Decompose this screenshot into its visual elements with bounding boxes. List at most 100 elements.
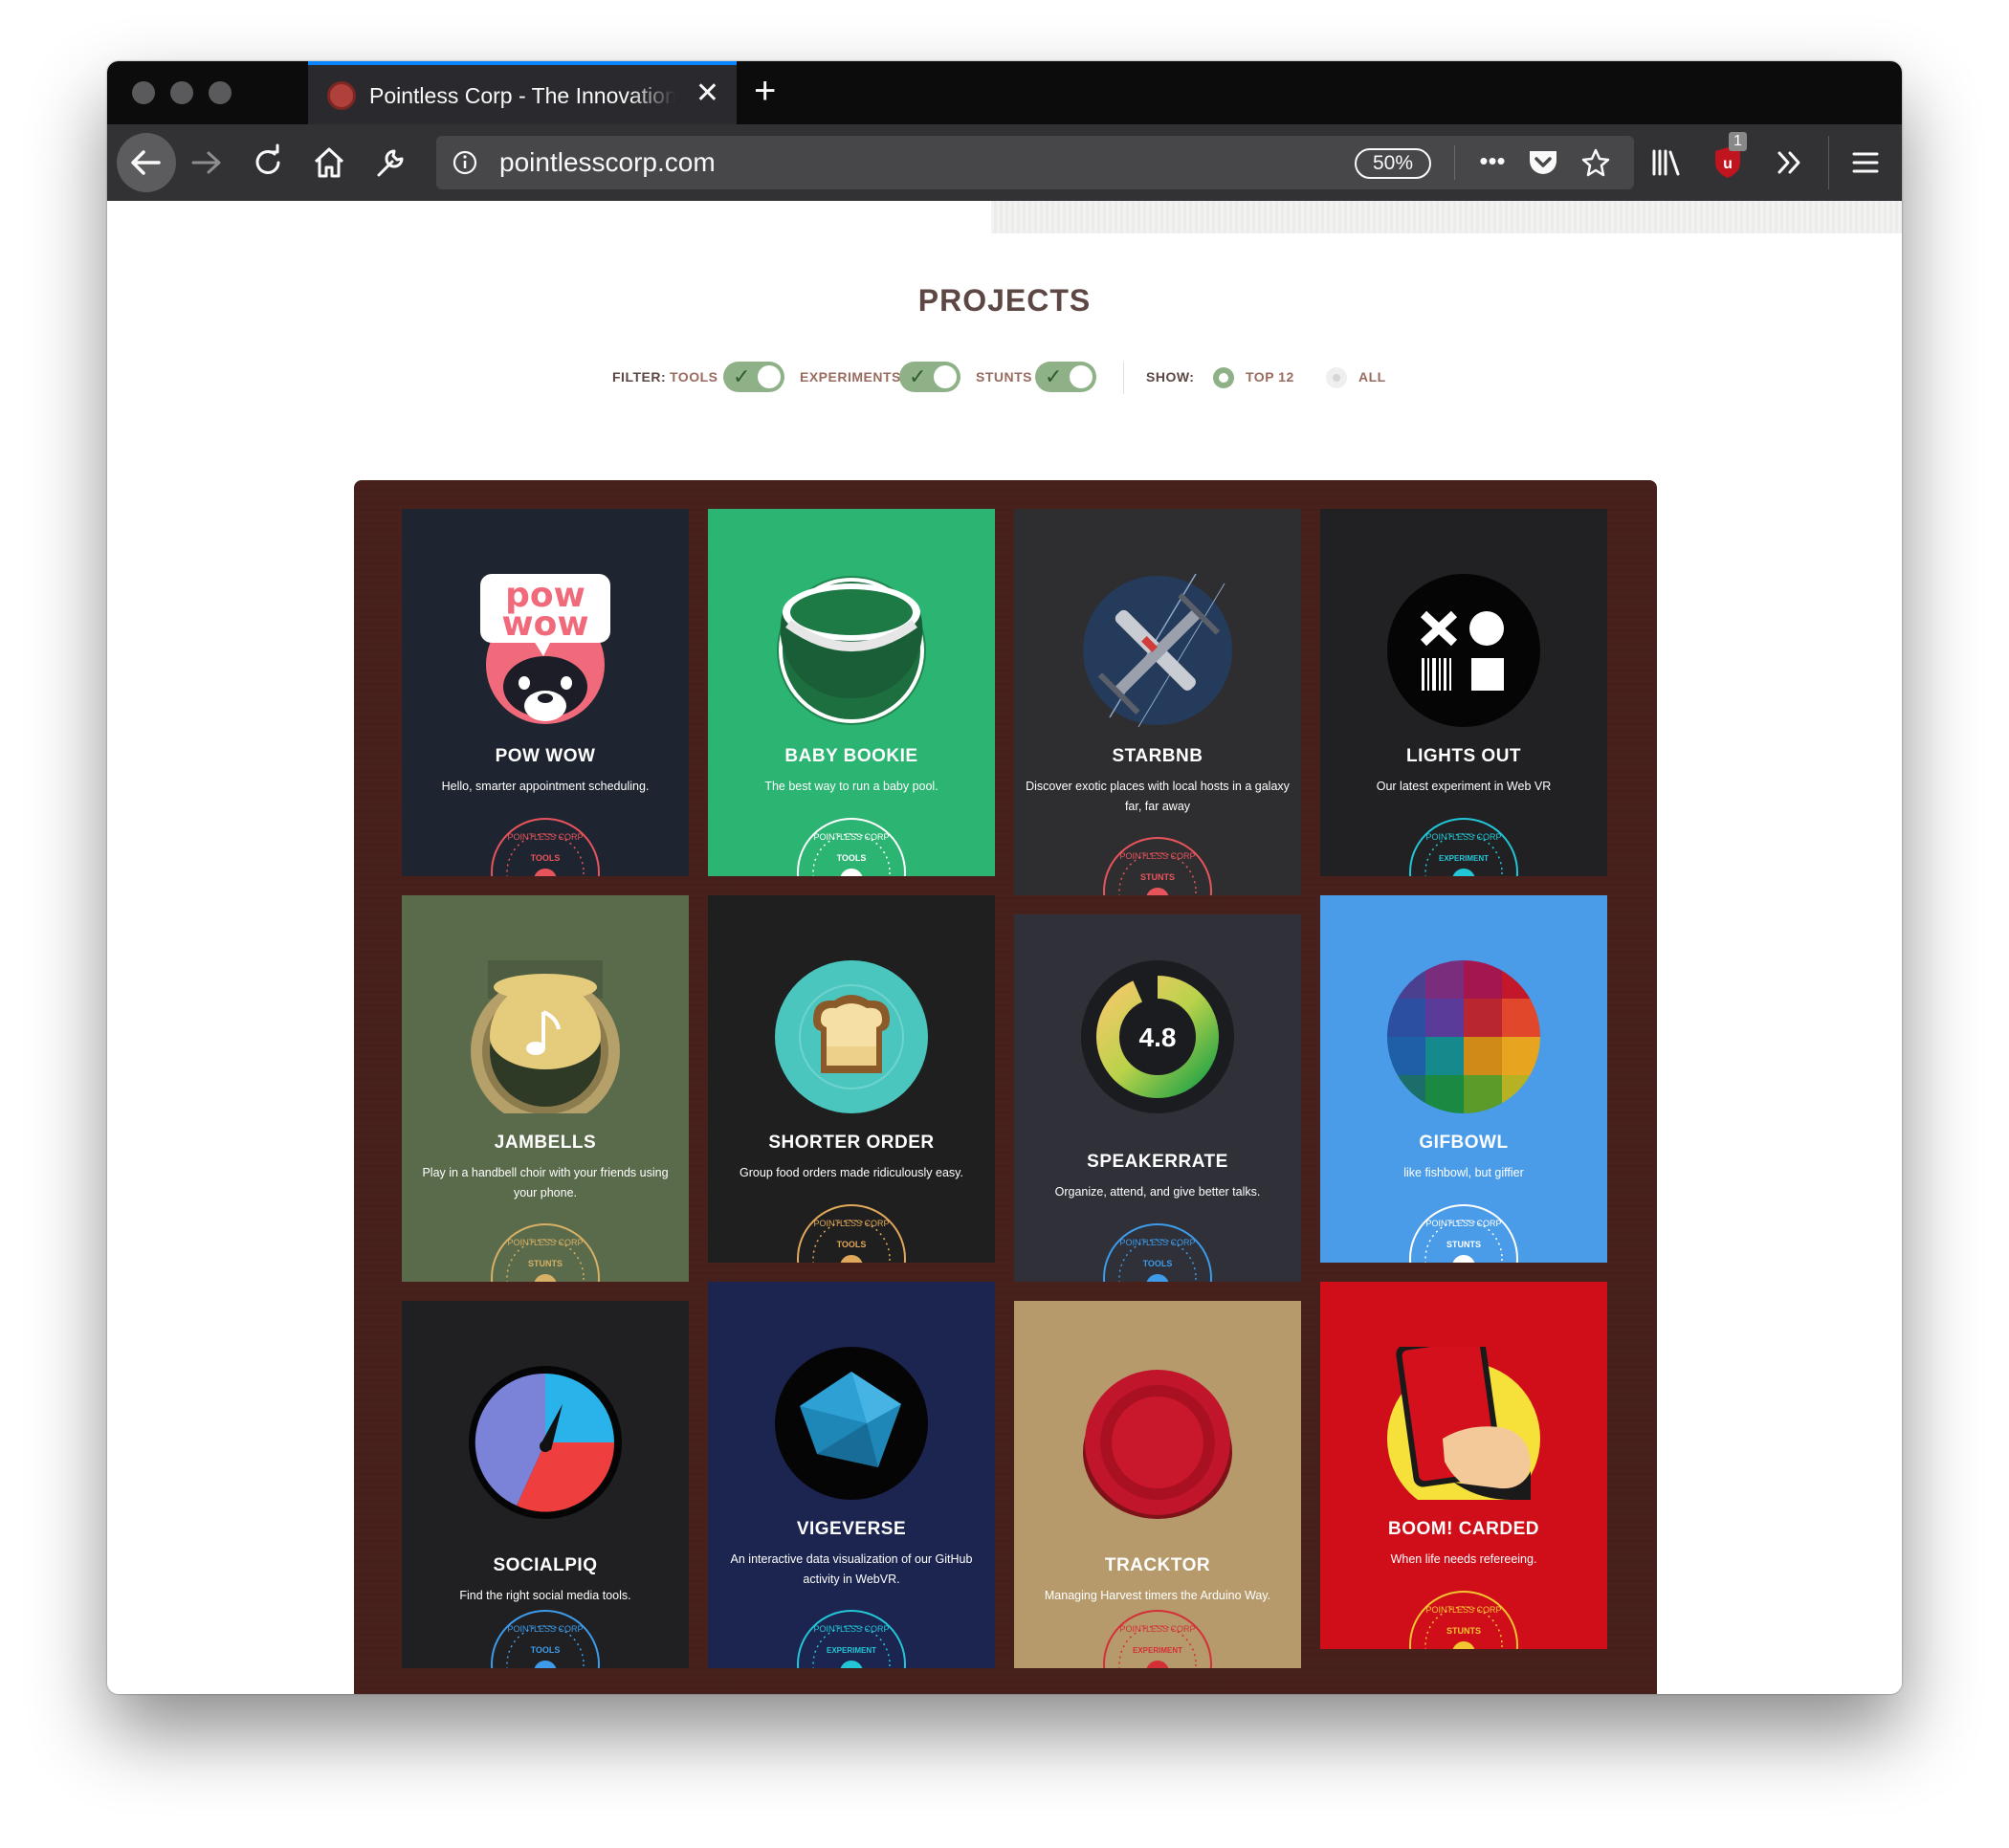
page-actions-icon[interactable]: ••• (1473, 142, 1512, 180)
project-title: TRACKTOR (1104, 1555, 1211, 1575)
home-icon[interactable] (310, 143, 348, 182)
svg-text:PC: PC (538, 1281, 552, 1282)
svg-text:TOOLS: TOOLS (837, 853, 867, 863)
pointless-corp-seal-icon: POINTLESS CORP STUNTS PC (491, 1223, 600, 1282)
pocket-icon[interactable] (1527, 147, 1559, 178)
project-title: BABY BOOKIE (784, 746, 918, 766)
pointless-corp-seal-icon: POINTLESS CORP TOOLS PC (491, 1610, 600, 1668)
svg-text:STUNTS: STUNTS (528, 1259, 563, 1268)
show-top12-radio[interactable] (1213, 367, 1234, 388)
pow-wow-icon: pow wow (480, 574, 610, 724)
project-title: BOOM! CARDED (1388, 1519, 1539, 1539)
svg-text:PC: PC (1456, 1262, 1470, 1263)
gifbowl-icon (1387, 960, 1540, 1113)
bookmark-star-icon[interactable] (1580, 147, 1611, 178)
project-card-tracktor[interactable]: TRACKTOR Managing Harvest timers the Ard… (1014, 1301, 1301, 1668)
starbnb-icon (1083, 574, 1232, 727)
pointless-corp-seal-icon: POINTLESS CORP EXPERIMENT PC (1409, 818, 1518, 876)
svg-text:TOOLS: TOOLS (1143, 1259, 1173, 1268)
library-icon[interactable] (1649, 145, 1684, 180)
svg-text:STUNTS: STUNTS (1446, 1240, 1481, 1249)
svg-text:POINTLESS CORP: POINTLESS CORP (507, 832, 583, 842)
project-card-gifbowl[interactable]: GIFBOWL like fishbowl, but giffier POINT… (1320, 895, 1607, 1263)
project-card-lights-out[interactable]: LIGHTS OUT Our latest experiment in Web … (1320, 509, 1607, 876)
svg-text:PC: PC (538, 1667, 552, 1668)
new-tab-button[interactable]: + (754, 69, 776, 113)
svg-text:POINTLESS CORP: POINTLESS CORP (813, 832, 889, 842)
zoom-level-button[interactable]: 50% (1355, 148, 1431, 179)
svg-text:POINTLESS CORP: POINTLESS CORP (1119, 1238, 1195, 1247)
reload-icon[interactable] (249, 143, 287, 182)
project-description: Find the right social media tools. (459, 1589, 631, 1602)
filter-stunts-toggle[interactable]: ✓ (1035, 362, 1096, 392)
project-card-vigeverse[interactable]: VIGEVERSE An interactive data visualizat… (708, 1282, 995, 1668)
svg-text:PC: PC (1456, 1648, 1470, 1649)
svg-text:POINTLESS CORP: POINTLESS CORP (1119, 851, 1195, 861)
svg-text:POINTLESS CORP: POINTLESS CORP (1425, 1605, 1501, 1615)
toolbar-separator (1828, 136, 1829, 189)
svg-text:TOOLS: TOOLS (531, 853, 561, 863)
svg-text:TOOLS: TOOLS (837, 1240, 867, 1249)
project-title: SPEAKERRATE (1087, 1152, 1228, 1172)
project-title: LIGHTS OUT (1405, 746, 1522, 766)
project-card-speakerrate[interactable]: 4.8 SPEAKERRATE Organize, attend, and gi… (1014, 914, 1301, 1282)
svg-text:PC: PC (538, 875, 552, 876)
project-description: Discover exotic places with local hosts … (1026, 780, 1290, 813)
pointless-corp-seal-icon: POINTLESS CORP STUNTS PC (1409, 1591, 1518, 1649)
rating-value: 4.8 (1139, 1023, 1177, 1052)
pointless-corp-seal-icon: POINTLESS CORP TOOLS PC (491, 818, 600, 876)
svg-text:PC: PC (844, 1262, 858, 1263)
filter-experiments-toggle[interactable]: ✓ (899, 362, 960, 392)
filter-separator (1123, 362, 1124, 394)
svg-text:EXPERIMENT: EXPERIMENT (827, 1646, 876, 1655)
project-description: When life needs refereeing. (1390, 1552, 1537, 1566)
show-all-label[interactable]: ALL (1358, 369, 1386, 385)
svg-text:POINTLESS CORP: POINTLESS CORP (1119, 1624, 1195, 1634)
project-description: Organize, attend, and give better talks. (1054, 1185, 1261, 1199)
project-card-baby-bookie[interactable]: BABY BOOKIE The best way to run a baby p… (708, 509, 995, 876)
show-top12-label[interactable]: TOP 12 (1246, 369, 1294, 385)
project-title: JAMBELLS (494, 1133, 597, 1153)
url-separator (1454, 145, 1455, 180)
maximize-window-button[interactable] (209, 81, 232, 104)
project-card-boom-carded[interactable]: BOOM! CARDED When life needs refereeing.… (1320, 1282, 1607, 1649)
pointless-corp-seal-icon: POINTLESS CORP EXPERIMENT PC (1103, 1610, 1212, 1668)
wrench-icon[interactable] (371, 143, 409, 182)
boom-carded-icon (1387, 1347, 1540, 1500)
minimize-window-button[interactable] (170, 81, 193, 104)
projects-board: pow wow POW WOW Hello, smarter appointme… (354, 480, 1657, 1694)
project-title: SHORTER ORDER (768, 1133, 935, 1153)
back-button[interactable] (117, 133, 176, 192)
favicon-icon (327, 81, 356, 110)
forward-arrow-icon[interactable] (188, 143, 226, 182)
shorter-order-icon (775, 960, 928, 1113)
project-description: An interactive data visualization of our… (730, 1552, 973, 1586)
tab-close-icon[interactable]: ✕ (695, 77, 719, 111)
svg-text:POINTLESS CORP: POINTLESS CORP (813, 1624, 889, 1634)
nav-toolbar: pointlesscorp.com 50% ••• u 1 (107, 124, 1902, 201)
url-text[interactable]: pointlesscorp.com (499, 146, 716, 179)
show-label: SHOW: (1146, 369, 1195, 385)
show-all-radio[interactable] (1326, 367, 1347, 388)
svg-text:PC: PC (844, 875, 858, 876)
project-title: STARBNB (1112, 746, 1203, 766)
check-icon: ✓ (1045, 364, 1063, 388)
filter-stunts-label: STUNTS (976, 369, 1032, 385)
svg-text:EXPERIMENT: EXPERIMENT (1439, 854, 1489, 863)
toggle-knob (758, 365, 781, 388)
close-window-button[interactable] (132, 81, 155, 104)
project-card-shorter-order[interactable]: SHORTER ORDER Group food orders made rid… (708, 895, 995, 1263)
project-card-starbnb[interactable]: STARBNB Discover exotic places with loca… (1014, 509, 1301, 895)
project-card-socialpiq[interactable]: SOCIALPIQ Find the right social media to… (402, 1301, 689, 1668)
overflow-chevron-icon[interactable] (1772, 145, 1806, 180)
filter-tools-toggle[interactable]: ✓ (723, 362, 784, 392)
filter-tools-label: TOOLS (670, 369, 718, 385)
project-card-pow-wow[interactable]: pow wow POW WOW Hello, smarter appointme… (402, 509, 689, 876)
url-bar[interactable]: pointlesscorp.com 50% ••• (436, 136, 1634, 189)
pointless-corp-seal-icon: POINTLESS CORP TOOLS PC (1103, 1223, 1212, 1282)
hamburger-menu-icon[interactable] (1848, 145, 1883, 180)
svg-text:POINTLESS CORP: POINTLESS CORP (1425, 832, 1501, 842)
info-icon[interactable] (452, 149, 478, 176)
project-card-jambells[interactable]: JAMBELLS Play in a handbell choir with y… (402, 895, 689, 1282)
tab-pointless-corp[interactable]: Pointless Corp - The Innovation ✕ (308, 61, 737, 124)
